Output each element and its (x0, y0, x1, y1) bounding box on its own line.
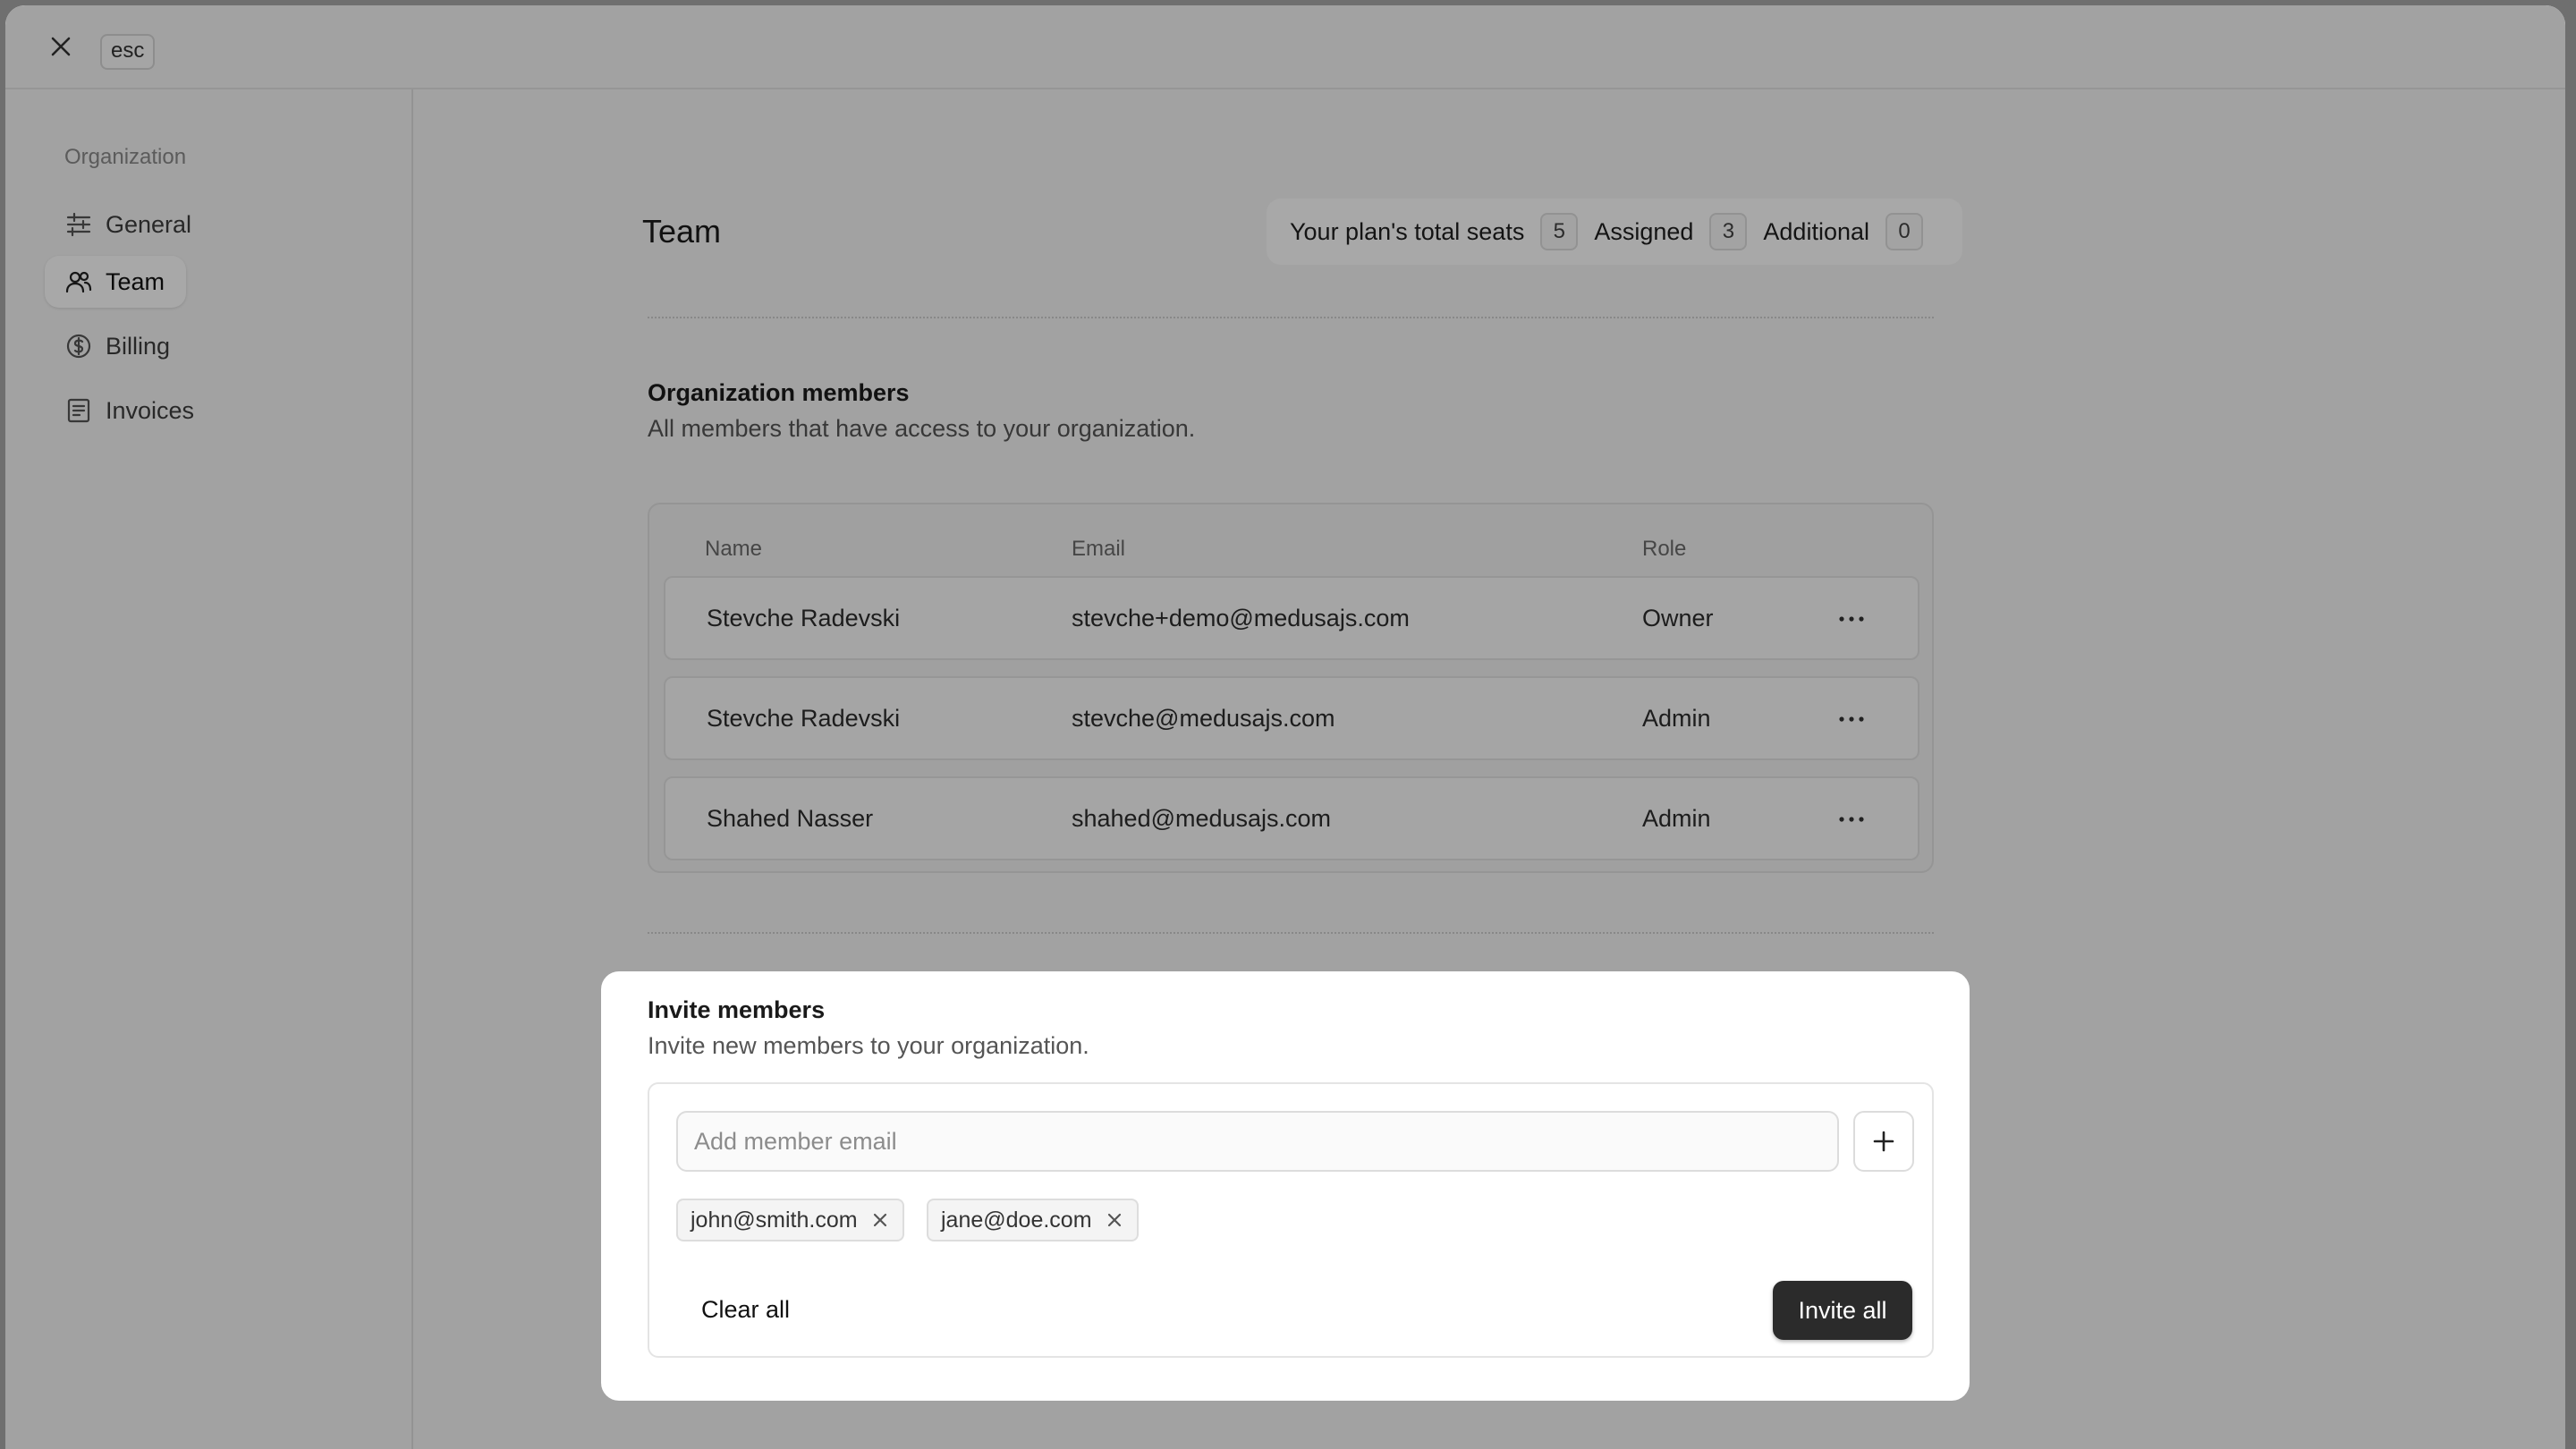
email-chip: john@smith.com (676, 1199, 904, 1241)
remove-chip-button[interactable] (870, 1210, 890, 1230)
remove-chip-button[interactable] (1105, 1210, 1124, 1230)
invite-all-button[interactable]: Invite all (1773, 1281, 1912, 1340)
email-chip-label: john@smith.com (691, 1207, 858, 1233)
plus-icon (1873, 1131, 1894, 1152)
close-icon (873, 1213, 886, 1227)
close-icon (1107, 1213, 1121, 1227)
invite-section-subtitle: Invite new members to your organization. (648, 1032, 1089, 1059)
clear-all-button[interactable]: Clear all (683, 1281, 808, 1338)
invite-members-panel: Invite members Invite new members to you… (601, 971, 1970, 1401)
invite-form: john@smith.com jane@doe.com Clear all In… (648, 1082, 1934, 1358)
settings-modal: esc Organization General Team Billing In… (5, 5, 2565, 1449)
add-email-button[interactable] (1853, 1111, 1914, 1172)
invite-section-title: Invite members (648, 996, 826, 1023)
email-chip-label: jane@doe.com (941, 1207, 1092, 1233)
email-chip: jane@doe.com (927, 1199, 1139, 1241)
member-email-input[interactable] (676, 1111, 1839, 1172)
